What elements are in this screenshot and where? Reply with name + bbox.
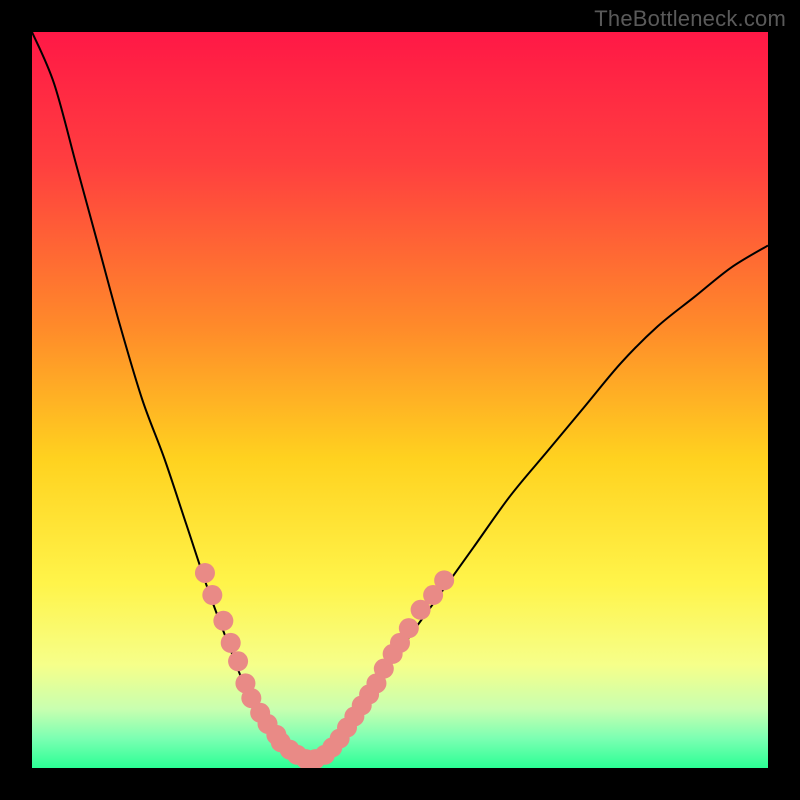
marker-dot — [359, 684, 379, 704]
marker-dot — [411, 600, 431, 620]
marker-dot — [280, 740, 300, 760]
bottleneck-curve — [32, 32, 768, 759]
marker-dot — [423, 585, 443, 605]
chart-frame: TheBottleneck.com — [0, 0, 800, 800]
markers-group — [195, 563, 454, 768]
marker-dot — [287, 745, 307, 765]
marker-dot — [271, 732, 291, 752]
marker-dot — [250, 703, 270, 723]
plot-area — [32, 32, 768, 768]
marker-dot — [399, 618, 419, 638]
marker-dot — [258, 714, 278, 734]
marker-dot — [315, 745, 335, 765]
marker-dot — [235, 673, 255, 693]
marker-dot — [383, 644, 403, 664]
marker-dot — [305, 749, 325, 768]
marker-dot — [374, 659, 394, 679]
marker-dot — [330, 729, 350, 749]
marker-dot — [366, 673, 386, 693]
background-gradient — [32, 32, 768, 768]
marker-dot — [221, 633, 241, 653]
plot-svg — [32, 32, 768, 768]
marker-dot — [322, 737, 342, 757]
marker-dot — [195, 563, 215, 583]
marker-dot — [390, 633, 410, 653]
marker-dot — [213, 611, 233, 631]
marker-dot — [296, 749, 316, 768]
watermark-text: TheBottleneck.com — [594, 6, 786, 32]
marker-dot — [434, 570, 454, 590]
marker-dot — [266, 725, 286, 745]
marker-dot — [202, 585, 222, 605]
marker-dot — [352, 695, 372, 715]
marker-dot — [337, 718, 357, 738]
marker-dot — [228, 651, 248, 671]
marker-dot — [344, 706, 364, 726]
marker-dot — [241, 688, 261, 708]
